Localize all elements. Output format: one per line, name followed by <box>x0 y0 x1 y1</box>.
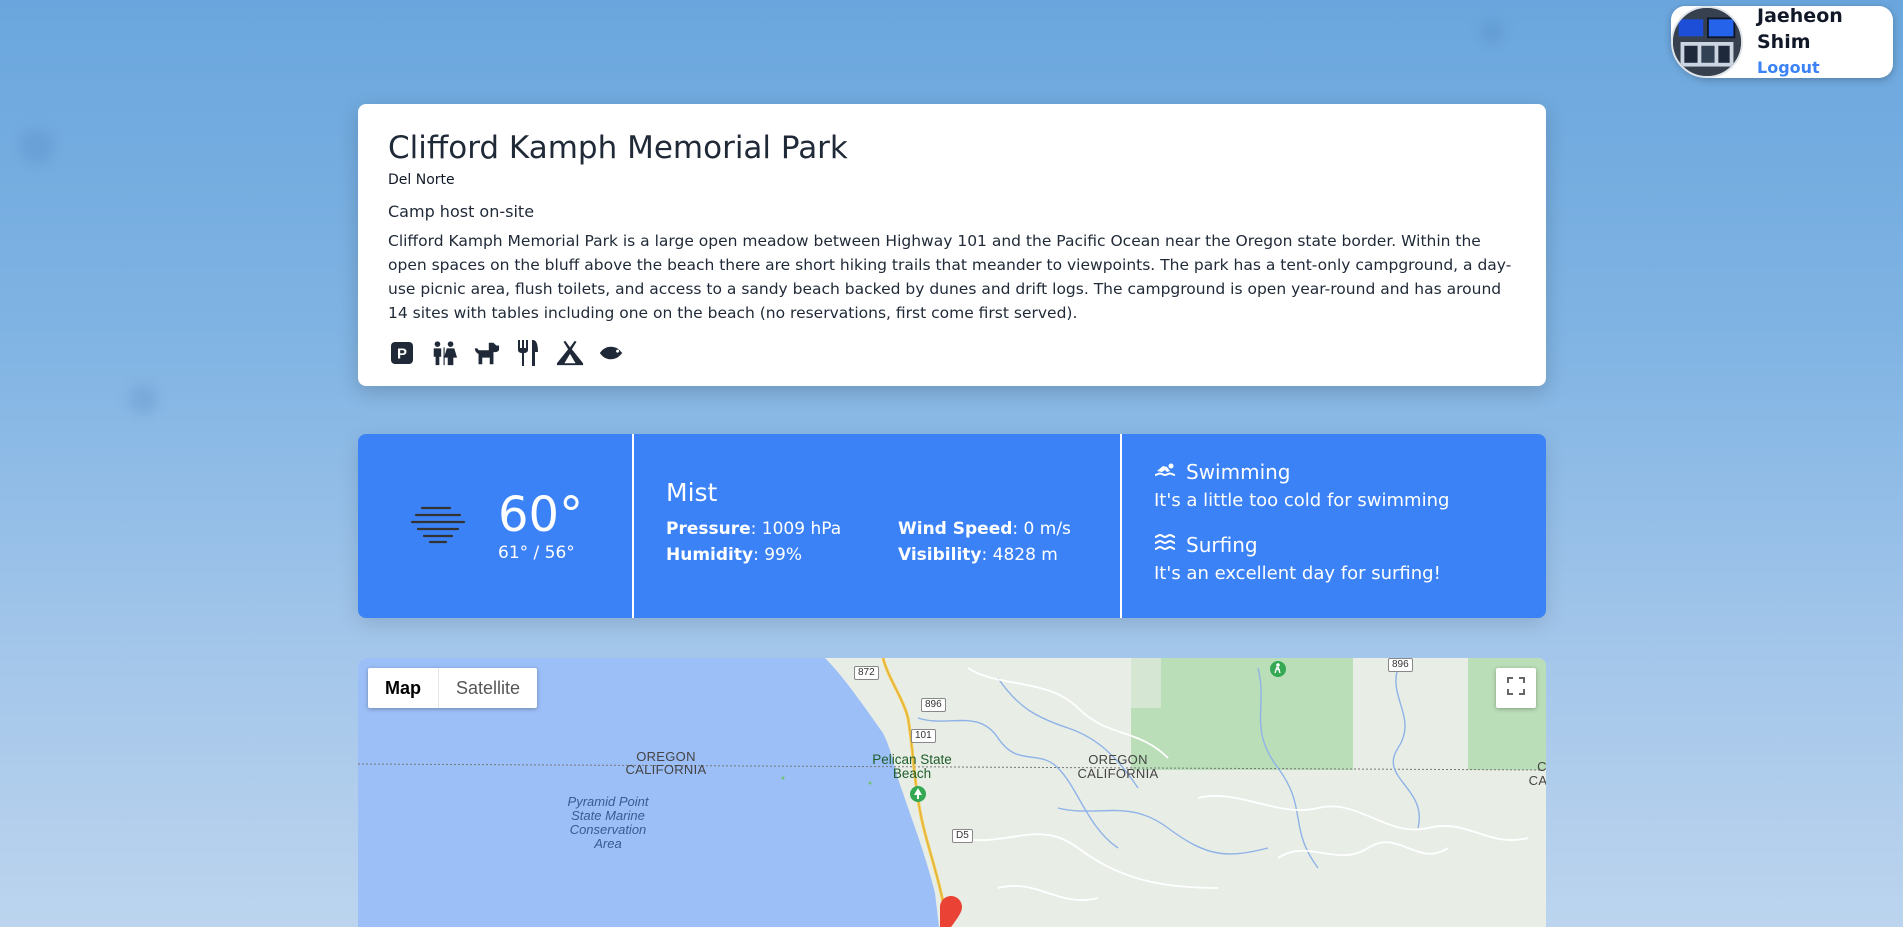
background-blur <box>20 130 54 164</box>
map-label-edge: CA <box>1528 773 1546 788</box>
visibility-reading: Visibility: 4828 m <box>898 545 1058 565</box>
amenity-list: P <box>388 339 1516 367</box>
restroom-icon <box>430 339 458 367</box>
campground-icon <box>556 339 584 367</box>
weather-panel: 60° 61° / 56° Mist Pressure: 1009 hPa Wi… <box>358 434 1546 618</box>
temperature-section: 60° 61° / 56° <box>358 434 634 618</box>
map-label-oregon: OREGON <box>1088 752 1148 767</box>
wind-speed-reading: Wind Speed: 0 m/s <box>898 519 1071 539</box>
swimming-text: It's a little too cold for swimming <box>1154 490 1450 511</box>
conditions-section: Mist Pressure: 1009 hPa Wind Speed: 0 m/… <box>634 434 1122 618</box>
weather-condition: Mist <box>666 478 718 507</box>
water-waves-icon <box>1154 533 1178 557</box>
user-profile-card: Jaeheon Shim Logout <box>1671 5 1893 81</box>
mist-icon <box>410 504 468 548</box>
route-shield: 872 <box>854 666 879 680</box>
swimming-activity: Swimming It's a little too cold for swim… <box>1154 460 1514 511</box>
logout-link[interactable]: Logout <box>1757 55 1893 81</box>
surfing-text: It's an excellent day for surfing! <box>1154 563 1441 584</box>
route-shield: D5 <box>952 829 973 843</box>
fullscreen-button[interactable] <box>1496 668 1536 708</box>
park-region: Del Norte <box>388 172 455 188</box>
activities-section: Swimming It's a little too cold for swim… <box>1122 434 1546 618</box>
dog-icon <box>472 339 500 367</box>
map-label-conservation-area: Pyramid Point State Marine Conservation … <box>567 794 649 851</box>
park-title: Clifford Kamph Memorial Park <box>388 130 848 166</box>
surfing-title: Surfing <box>1186 533 1258 557</box>
map-label-edge: C <box>1537 759 1546 774</box>
map-label-pelican-state-beach[interactable]: Pelican State Beach <box>871 753 953 781</box>
utensils-icon <box>514 339 542 367</box>
route-shield: 896 <box>921 698 946 712</box>
map-label-california: CALIFORNIA <box>625 762 707 777</box>
temperature-range: 61° / 56° <box>498 543 575 563</box>
parking-icon: P <box>388 339 416 367</box>
route-shield: 101 <box>911 729 936 743</box>
fish-icon <box>598 339 626 367</box>
svg-text:P: P <box>397 346 407 363</box>
avatar[interactable] <box>1671 6 1743 78</box>
map-type-toggle[interactable]: Map Satellite <box>368 668 538 708</box>
current-temperature: 60° <box>498 487 584 543</box>
park-description: Clifford Kamph Memorial Park is a large … <box>388 232 1512 322</box>
fullscreen-icon <box>1507 677 1525 699</box>
background-blur <box>128 384 158 414</box>
swimmer-icon <box>1154 460 1178 484</box>
park-map[interactable]: 872 896 896 101 D5 OREGON CALIFORNIA ORE… <box>358 658 1546 927</box>
camp-host-note: Camp host on-site <box>388 202 535 221</box>
user-name: Jaeheon Shim <box>1757 5 1843 53</box>
surfing-activity: Surfing It's an excellent day for surfin… <box>1154 533 1514 584</box>
humidity-reading: Humidity: 99% <box>666 545 802 565</box>
map-label-california: CALIFORNIA <box>1077 766 1159 781</box>
satellite-view-button[interactable]: Satellite <box>439 668 537 708</box>
background-blur <box>1480 20 1504 44</box>
swimming-title: Swimming <box>1186 460 1291 484</box>
pressure-reading: Pressure: 1009 hPa <box>666 519 842 539</box>
route-shield: 896 <box>1388 658 1413 672</box>
map-view-button[interactable]: Map <box>368 668 439 708</box>
park-info-card: Clifford Kamph Memorial Park Del Norte C… <box>358 104 1546 386</box>
